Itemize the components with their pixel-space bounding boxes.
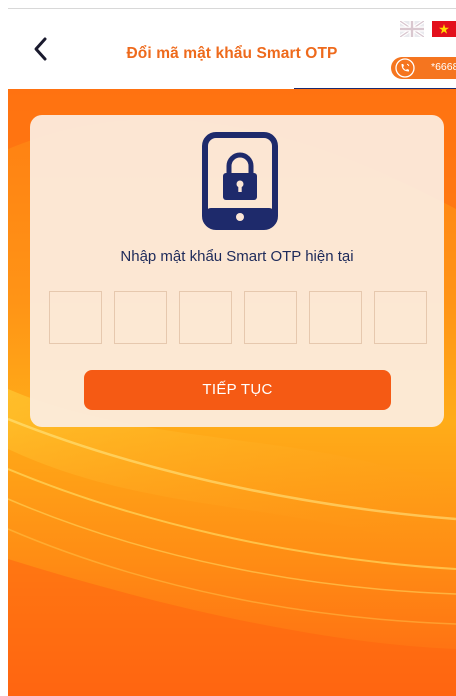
uk-flag-icon [399,19,425,39]
otp-prompt-label: Nhập mật khẩu Smart OTP hiện tại [120,248,354,265]
otp-digit-1[interactable] [49,291,102,344]
otp-digit-3[interactable] [179,291,232,344]
header: Đổi mã mật khẩu Smart OTP *6668 [8,9,456,89]
otp-digit-6[interactable] [374,291,427,344]
page-title: Đổi mã mật khẩu Smart OTP [126,45,338,62]
continue-button[interactable]: TIẾP TỤC [84,370,391,410]
vietnam-flag-icon [432,21,456,37]
language-en-button[interactable] [399,19,425,39]
phone-icon [395,58,415,78]
language-vi-button[interactable] [432,21,456,37]
otp-input-group [49,291,427,344]
hotline-button[interactable]: *6668 [391,57,456,79]
otp-digit-2[interactable] [114,291,167,344]
screen: Đổi mã mật khẩu Smart OTP *6668 Nhập mật… [0,0,456,696]
hotline-number: *6668 [431,61,456,73]
phone-lock-icon [202,132,278,230]
otp-digit-5[interactable] [309,291,362,344]
otp-card: Nhập mật khẩu Smart OTP hiện tại TIẾP TỤ… [30,115,444,427]
otp-digit-4[interactable] [244,291,297,344]
